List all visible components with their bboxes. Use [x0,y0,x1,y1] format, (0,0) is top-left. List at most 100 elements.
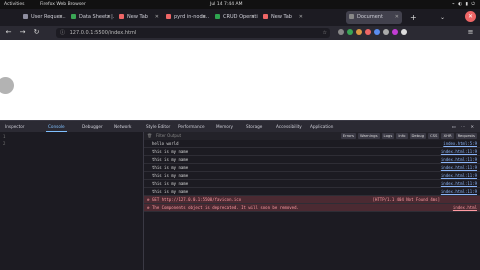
console-log-row: ⊗ GET http://127.0.0.1:5500/favicon.ico [H… [144,196,480,204]
extension-icon[interactable] [356,29,362,35]
console-filter-bar: 🗑 Filter Output Errors Warnings Logs Info De… [144,132,480,140]
tab-close-icon[interactable]: ✕ [155,11,159,24]
site-info-icon[interactable]: ⓘ [60,28,65,38]
devtools-controls[interactable]: ▭ ⋯ ✕ [452,121,476,132]
extension-icon[interactable] [392,29,398,35]
tab-label: New Tab [271,14,292,20]
forward-icon[interactable]: → [18,28,27,37]
devtools-toolbar: ▭ ⋯ ✕ Inspector Console Debugger Network Sty… [0,120,480,132]
filter-buttons: Errors Warnings Logs Info Debug CSS XHR Request… [339,132,477,140]
console-log-row: this is my name index.html:11:9 [144,164,480,172]
tab-6[interactable]: Document ✕ [346,11,402,24]
extension-icon[interactable] [383,29,389,35]
devtools-tab-application[interactable]: Application [308,121,335,132]
tab-close-icon[interactable]: ✕ [395,11,399,24]
log-source-link[interactable]: index.html:11:9 [441,172,477,179]
log-message: hello world [152,141,179,146]
extension-icon[interactable] [401,29,407,35]
tab-bar: + ⌄ ✕ User Reques… ✕ Data Sheets |… ✕ New Ta… [0,9,480,26]
window-close-button[interactable]: ✕ [465,11,476,22]
navigation-bar: ← → ↻ ⓘ 127.0.0.1:5500/index.html ☆ ≡ [0,26,480,40]
url-bar[interactable]: ⓘ 127.0.0.1:5500/index.html ☆ [56,28,330,38]
log-message: this is my name [152,173,189,178]
log-source-link[interactable]: index.html [453,204,477,211]
system-tray[interactable]: ⌁ ◐ ▮ ⏻ [452,0,476,9]
tab-close-icon[interactable]: ✕ [202,11,206,24]
system-top-bar: Activities Firefox Web Browser Jul 14 7:… [0,0,480,9]
devtools-tab-style-editor[interactable]: Style Editor [144,121,172,132]
tab-4[interactable]: CRUD Operati…✕ [212,11,258,24]
tab-5[interactable]: New Tab ✕ [260,11,306,24]
tab-0[interactable]: User Reques… ✕ [20,11,66,24]
tab-close-icon[interactable]: ✕ [299,11,303,24]
new-tab-button[interactable]: + [410,11,417,24]
log-source-link[interactable]: index.html:11:9 [441,180,477,187]
reload-icon[interactable]: ↻ [32,28,41,37]
filter-logs-button[interactable]: Logs [381,133,395,139]
tab-label: Document [357,14,383,20]
url-text[interactable]: 127.0.0.1:5500/index.html [70,30,137,36]
tab-favicon-icon [23,14,28,19]
tab-1[interactable]: Data Sheets |… ✕ [68,11,114,24]
filter-output-input[interactable]: Filter Output [156,132,181,140]
devtools-tab-memory[interactable]: Memory [214,121,235,132]
devtools-tab-performance[interactable]: Performance [176,121,207,132]
log-message: this is my name [152,181,189,186]
filter-debug-button[interactable]: Debug [409,133,426,139]
pocket-icon[interactable] [338,29,344,35]
bookmark-star-icon[interactable]: ☆ [323,28,327,38]
extension-icon[interactable] [365,29,371,35]
extension-icon[interactable] [347,29,353,35]
filter-errors-button[interactable]: Errors [340,133,356,139]
hamburger-menu-icon[interactable]: ≡ [466,28,475,37]
filter-xhr-button[interactable]: XHR [441,133,454,139]
line-number: 1 [3,134,6,139]
devtools-tab-accessibility[interactable]: Accessibility [274,121,304,132]
log-source-link[interactable]: index.html:11:9 [441,188,477,195]
tab-close-icon[interactable]: ✕ [59,11,63,24]
clock[interactable]: Jul 14 7:44 AM [210,0,243,9]
tab-close-icon[interactable]: ✕ [107,11,111,24]
tab-favicon-icon [71,14,76,19]
tab-label: New Tab [127,14,148,20]
gray-circle [0,77,14,94]
console-log-row: this is my name index.html:11:9 [144,156,480,164]
list-all-tabs-button[interactable]: ⌄ [440,11,445,24]
log-source-link[interactable]: index.html:11:9 [441,164,477,171]
devtools-tab-network[interactable]: Network [112,121,133,132]
log-source-link[interactable]: index.html:5:9 [443,140,477,147]
log-source-link[interactable]: index.html:11:9 [441,148,477,155]
devtools-tab-debugger[interactable]: Debugger [80,121,105,132]
activities-button[interactable]: Activities [4,0,25,9]
tab-favicon-icon [263,14,268,19]
log-message: this is my name [152,189,189,194]
http-status: [HTTP/1.1 404 Not Found 4ms] [372,197,440,202]
tab-favicon-icon [166,14,171,19]
log-message: this is my name [152,165,189,170]
console-input-pane[interactable]: 1 2 [0,132,144,270]
tab-3[interactable]: pyrd in-node… ✕ [163,11,209,24]
trash-icon[interactable]: 🗑 [147,132,152,140]
log-message: The Components object is deprecated. It … [152,205,299,210]
tab-2[interactable]: New Tab ✕ [116,11,162,24]
devtools-tab-console[interactable]: Console [46,121,67,132]
console-log-row: this is my name index.html:11:9 [144,148,480,156]
filter-warnings-button[interactable]: Warnings [357,133,380,139]
tab-favicon-icon [119,14,124,19]
console-log-row: ⊗ The Components object is deprecated. It… [144,204,480,212]
tab-close-icon[interactable]: ✕ [251,11,255,24]
app-menu[interactable]: Firefox Web Browser [40,0,86,9]
devtools-tab-storage[interactable]: Storage [244,121,264,132]
devtools-tab-inspector[interactable]: Inspector [3,121,27,132]
log-source-link[interactable]: index.html:11:9 [441,156,477,163]
page-viewport[interactable] [0,40,480,120]
back-icon[interactable]: ← [4,28,13,37]
log-message: GET http://127.0.0.1:5500/favicon.ico [152,197,242,202]
filter-css-button[interactable]: CSS [428,133,440,139]
console-log-row: this is my name index.html:11:9 [144,180,480,188]
console-output: hello world index.html:5:9 this is my name… [144,140,480,270]
filter-info-button[interactable]: Info [396,133,408,139]
filter-requests-button[interactable]: Requests [455,133,477,139]
console-log-row: this is my name index.html:11:9 [144,172,480,180]
extension-icon[interactable] [374,29,380,35]
